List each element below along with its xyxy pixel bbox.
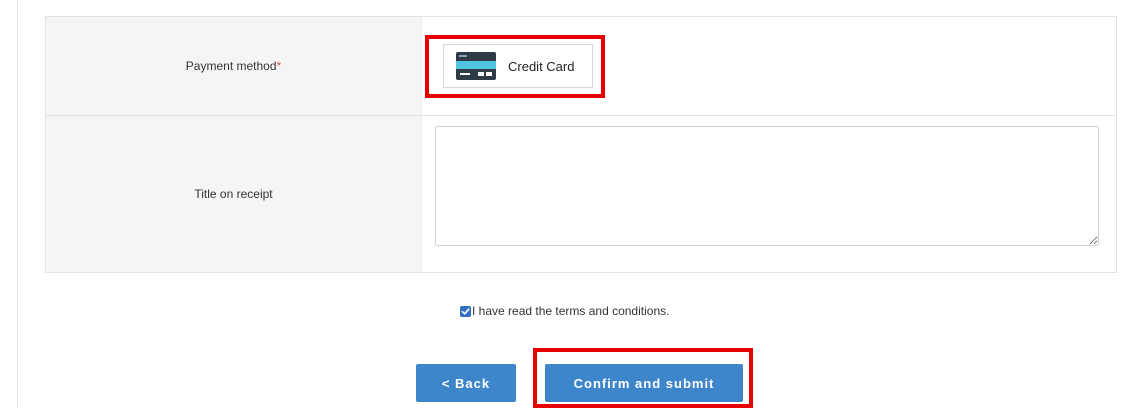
receipt-title-label-cell: Title on receipt bbox=[46, 116, 422, 272]
payment-method-value-cell: Credit Card bbox=[422, 17, 1116, 115]
payment-method-label: Payment method bbox=[185, 59, 277, 73]
required-asterisk: * bbox=[276, 59, 282, 73]
credit-card-option[interactable]: Credit Card bbox=[443, 44, 593, 88]
terms-agreement: I have read the terms and conditions. bbox=[460, 304, 669, 318]
checkmark-icon bbox=[461, 307, 470, 315]
back-button[interactable]: < Back bbox=[416, 364, 516, 402]
page-left-rule bbox=[17, 0, 18, 408]
credit-card-icon bbox=[456, 52, 496, 80]
credit-card-label: Credit Card bbox=[508, 58, 575, 74]
receipt-title-label: Title on receipt bbox=[194, 187, 273, 201]
receipt-title-value-cell bbox=[422, 116, 1116, 272]
confirm-submit-button[interactable]: Confirm and submit bbox=[545, 364, 743, 402]
payment-method-label-cell: Payment method * bbox=[46, 17, 422, 115]
terms-text: I have read the terms and conditions. bbox=[472, 304, 670, 318]
order-form-table: Payment method * Credit Card Title on rec… bbox=[45, 16, 1117, 273]
receipt-title-textarea[interactable] bbox=[435, 126, 1099, 246]
receipt-title-row: Title on receipt bbox=[46, 116, 1116, 273]
terms-checkbox[interactable] bbox=[460, 305, 471, 317]
payment-method-row: Payment method * Credit Card bbox=[46, 17, 1116, 116]
